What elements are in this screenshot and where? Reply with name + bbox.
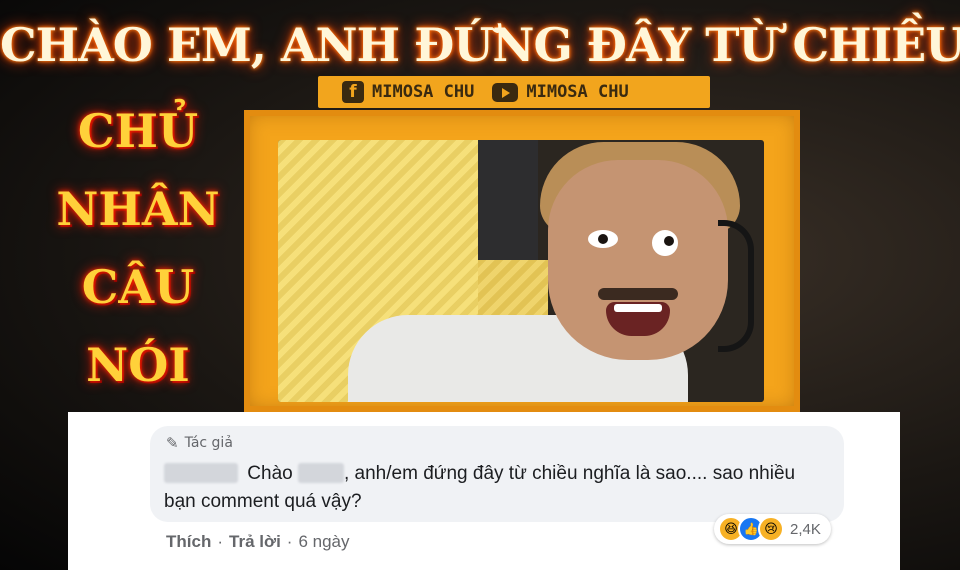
blurred-author-name[interactable] — [164, 463, 238, 483]
comment-actions: Thích · Trả lời · 6 ngày — [166, 532, 350, 552]
comment-timestamp[interactable]: 6 ngày — [298, 532, 349, 552]
mouth — [606, 302, 670, 336]
sad-icon: 😢 — [758, 516, 784, 542]
author-badge-label: Tác giả — [184, 435, 233, 451]
youtube-icon — [492, 82, 519, 102]
side-word: CHỦ — [77, 104, 199, 158]
mustache — [598, 288, 678, 300]
author-badge: ✎ Tác giả — [166, 434, 233, 452]
meme-image: CHÀO EM, ANH ĐỨNG ĐÂY TỪ CHIỀU CHỦ NHÂN … — [0, 0, 960, 570]
facebook-label: MIMOSA CHU — [372, 82, 475, 102]
eye — [588, 230, 618, 248]
video-frame — [244, 110, 800, 412]
comment-text-start: Chào — [247, 463, 293, 484]
separator: · — [286, 532, 293, 551]
separator: · — [217, 532, 224, 551]
side-word: CÂU — [81, 260, 195, 314]
facebook-handle: f MIMOSA CHU — [342, 81, 474, 103]
video-still — [278, 140, 764, 402]
reaction-count: 2,4K — [790, 520, 821, 538]
comment-bubble: ✎ Tác giả Chào , anh/em đứng đây từ chiề… — [150, 426, 844, 522]
headset — [718, 220, 754, 352]
person-face — [548, 160, 728, 360]
facebook-comment: ✎ Tác giả Chào , anh/em đứng đây từ chiề… — [68, 412, 900, 570]
blurred-mention[interactable] — [297, 463, 344, 483]
side-word: NÓI — [86, 338, 190, 392]
facebook-icon: f — [342, 81, 364, 103]
pencil-icon: ✎ — [166, 434, 179, 452]
reply-button[interactable]: Trả lời — [229, 532, 281, 552]
reaction-summary[interactable]: 😆 👍 😢 2,4K — [714, 514, 831, 544]
side-word: NHÂN — [56, 182, 220, 236]
dark-panel — [478, 140, 538, 260]
eye — [652, 230, 678, 256]
youtube-label: MIMOSA CHU — [526, 82, 629, 102]
youtube-handle: MIMOSA CHU — [492, 82, 629, 102]
social-banner: f MIMOSA CHU MIMOSA CHU — [318, 76, 710, 108]
like-button[interactable]: Thích — [166, 532, 211, 552]
side-text: CHỦ NHÂN CÂU NÓI — [28, 92, 248, 404]
headline-text: CHÀO EM, ANH ĐỨNG ĐÂY TỪ CHIỀU — [0, 18, 960, 72]
comment-text: Chào , anh/em đứng đây từ chiều nghĩa là… — [164, 460, 814, 516]
